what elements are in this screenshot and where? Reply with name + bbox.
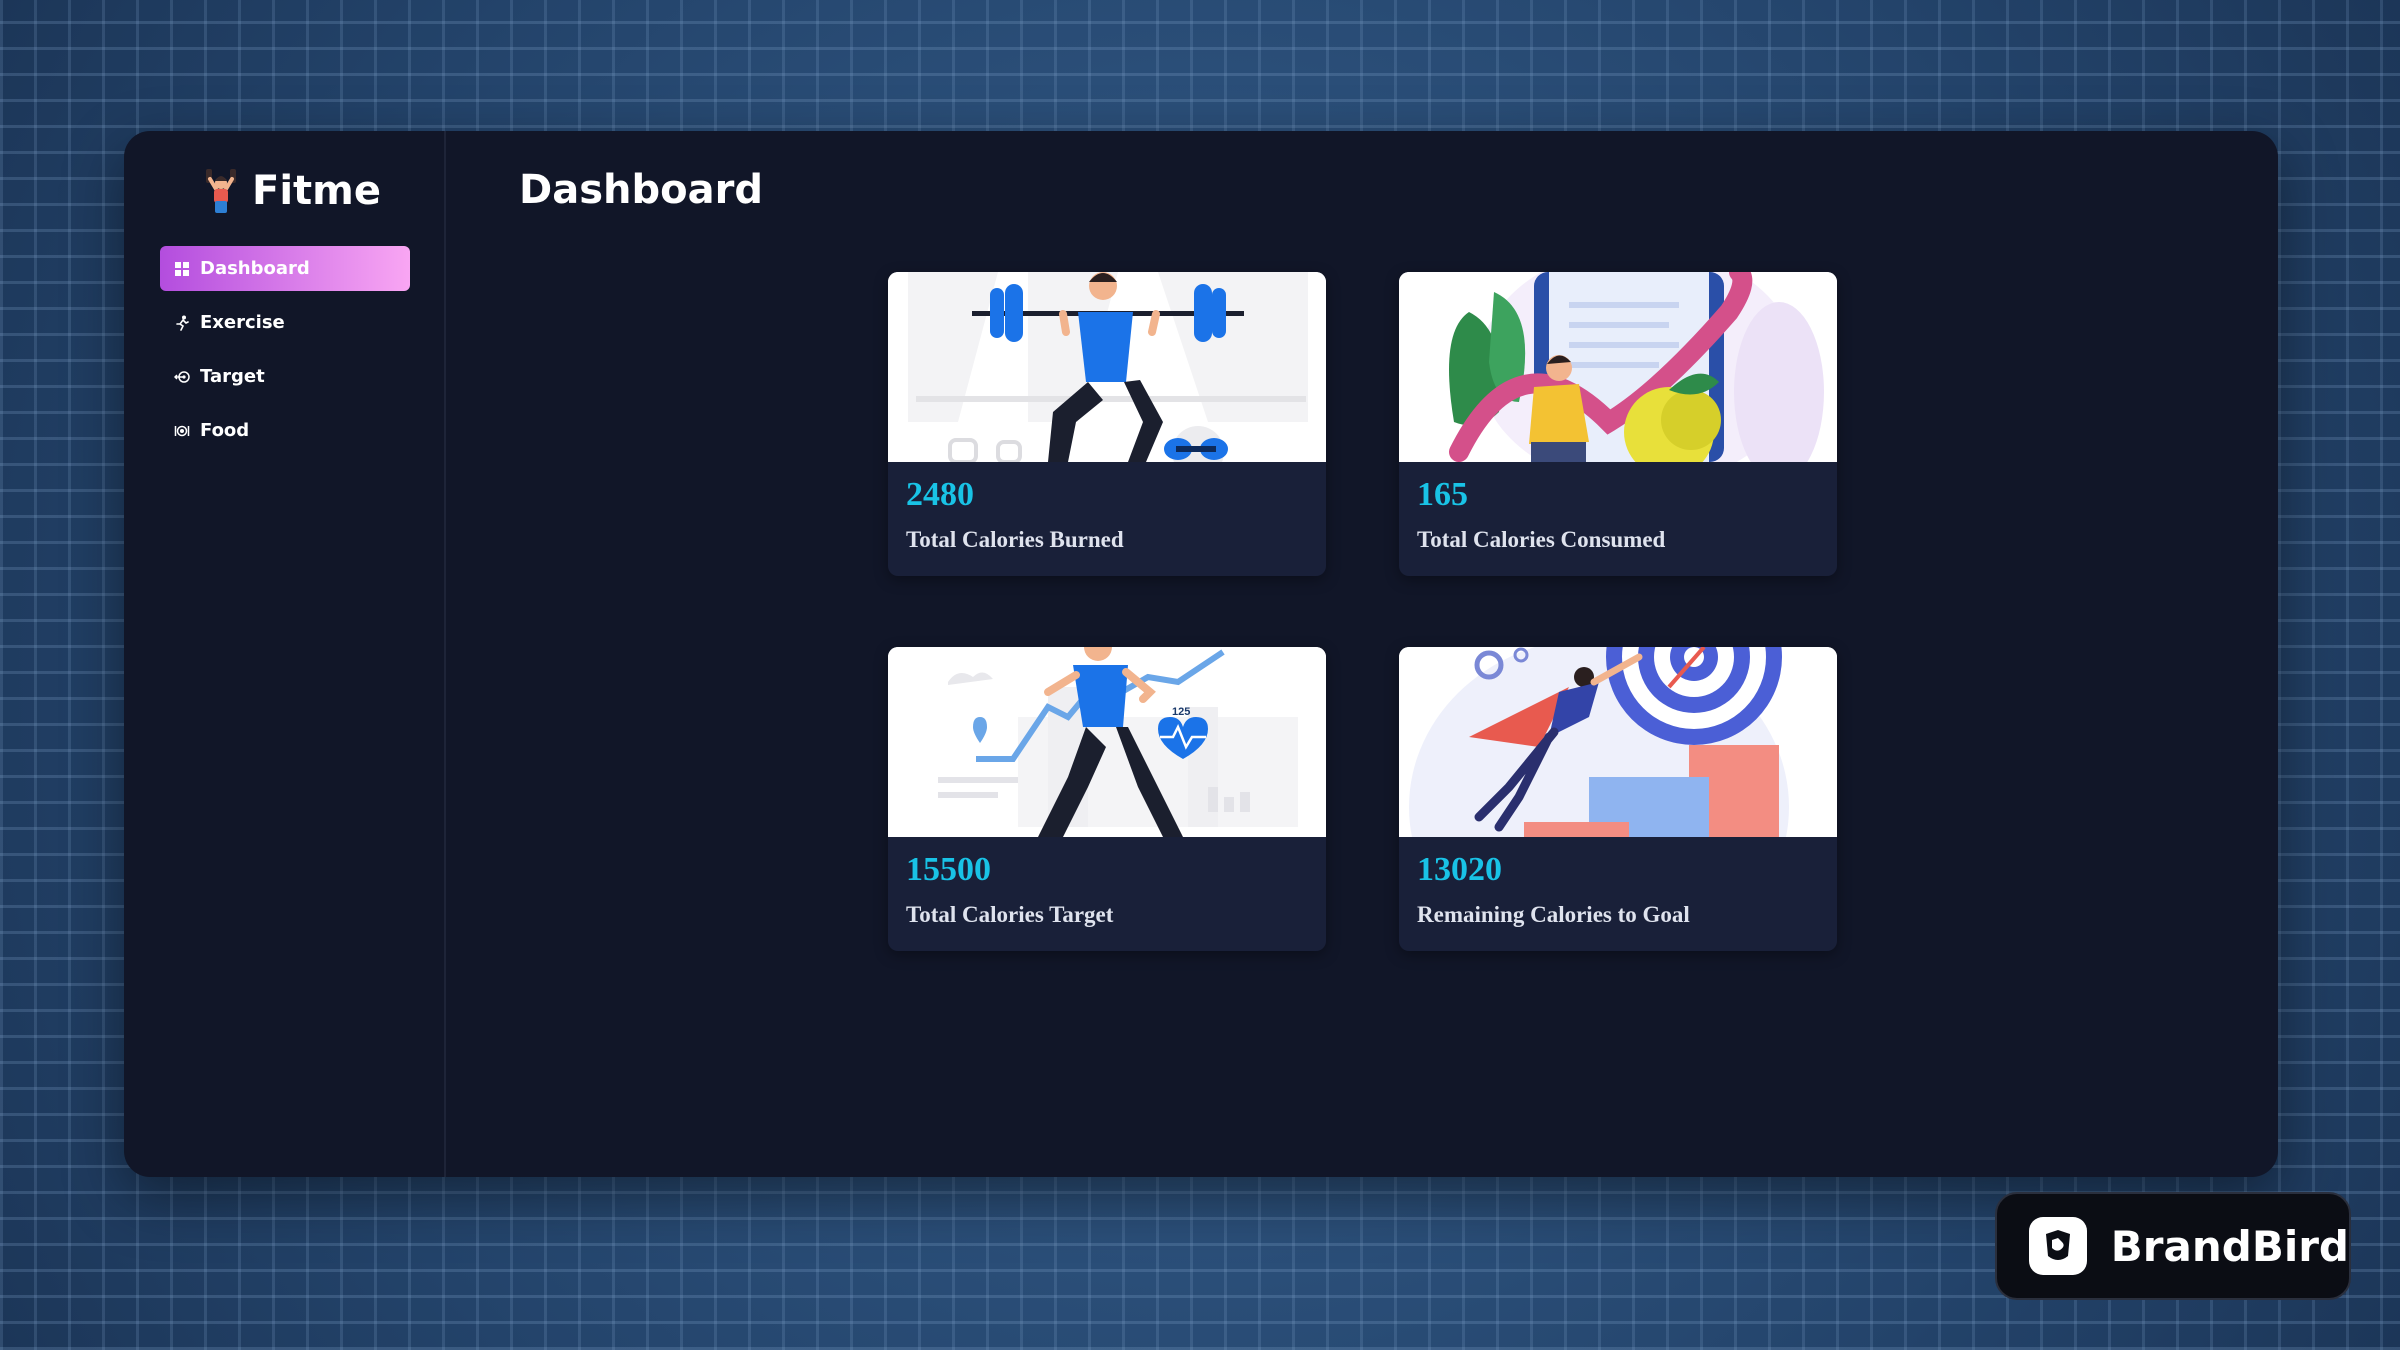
sidebar-item-label: Target — [200, 366, 265, 387]
runner-heart-rate-illustration: 125 — [888, 647, 1326, 837]
stat-label: Remaining Calories to Goal — [1417, 902, 1690, 927]
stat-card-remaining-calories: 13020 Remaining Calories to Goal — [1399, 647, 1837, 951]
sidebar-item-exercise[interactable]: Exercise — [160, 300, 410, 345]
stat-value: 15500 — [906, 851, 991, 888]
page-title: Dashboard — [519, 167, 763, 213]
running-person-icon — [176, 315, 189, 331]
nutrition-apple-illustration — [1399, 272, 1837, 462]
person-weightlifting-icon — [206, 169, 236, 213]
svg-text:125: 125 — [1172, 706, 1190, 718]
stat-label: Total Calories Burned — [906, 527, 1124, 552]
sidebar: Fitme Dashboard Exercise Target Food — [124, 131, 446, 1177]
stat-value: 13020 — [1417, 851, 1502, 888]
dashboard-grid-icon — [175, 261, 189, 276]
app-logo[interactable]: Fitme — [204, 167, 381, 215]
stat-card-calories-burned: 2480 Total Calories Burned — [888, 272, 1326, 576]
stat-card-calories-target: 125 15500 Total Calories Target — [888, 647, 1326, 951]
stat-label: Total Calories Target — [906, 902, 1114, 927]
brandbird-logo-icon — [2029, 1217, 2087, 1275]
sidebar-item-target[interactable]: Target — [160, 354, 410, 399]
sidebar-item-label: Exercise — [200, 312, 285, 333]
stat-value: 165 — [1417, 476, 1468, 513]
app-name: Fitme — [252, 168, 381, 214]
app-window: Fitme Dashboard Exercise Target Food Das… — [124, 131, 2278, 1177]
brandbird-watermark: BrandBird — [1995, 1192, 2351, 1300]
stat-value: 2480 — [906, 476, 974, 513]
stat-card-calories-consumed: 165 Total Calories Consumed — [1399, 272, 1837, 576]
sidebar-item-label: Food — [200, 420, 250, 441]
sidebar-nav: Dashboard Exercise Target Food — [160, 246, 410, 462]
food-plate-icon — [174, 425, 190, 436]
brandbird-label: BrandBird — [2110, 1221, 2349, 1271]
weightlifter-illustration — [888, 272, 1326, 462]
sidebar-item-dashboard[interactable]: Dashboard — [160, 246, 410, 291]
sidebar-item-label: Dashboard — [200, 258, 310, 279]
target-arrow-icon — [174, 370, 190, 383]
stat-label: Total Calories Consumed — [1417, 527, 1666, 552]
goal-target-hero-illustration — [1399, 647, 1837, 837]
sidebar-item-food[interactable]: Food — [160, 408, 410, 453]
